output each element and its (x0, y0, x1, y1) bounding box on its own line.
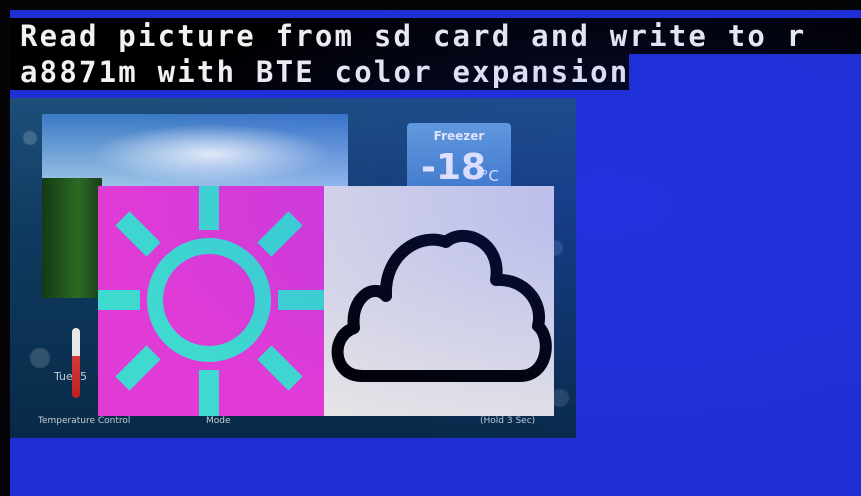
thermometer-icon (72, 328, 80, 398)
photo-trees (42, 178, 102, 298)
hold-label: (Hold 3 Sec) (480, 416, 536, 426)
sun-tile (98, 186, 324, 416)
mode-label: Mode (206, 416, 231, 426)
freezer-title: Freezer (433, 129, 485, 143)
cloud-tile (324, 186, 554, 416)
cloud-icon (331, 229, 552, 382)
overlay-text-line-1: Read picture from sd card and write to r (10, 18, 861, 54)
display-screen: Tue: 5 Freezer -18 °C Temperature Contro… (10, 10, 861, 496)
freezer-unit: °C (481, 167, 499, 185)
freezer-temperature: -18 (421, 147, 487, 188)
photo-clouds (92, 124, 332, 184)
sun-icon (98, 186, 324, 416)
overlay-text-line-2: a8871m with BTE color expansion (10, 54, 630, 90)
day-label: Tue: 5 (54, 370, 87, 383)
temp-control-label: Temperature Control (38, 416, 131, 426)
